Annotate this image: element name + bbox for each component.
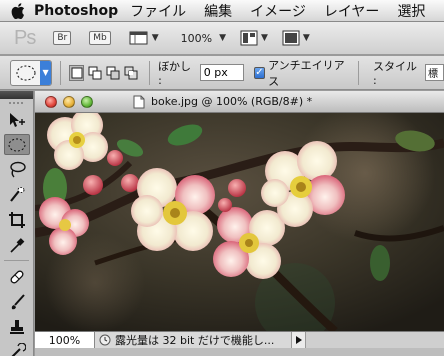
screen-mode-button[interactable]: ▼ bbox=[282, 30, 310, 46]
menu-image[interactable]: イメージ bbox=[250, 1, 306, 21]
arrange-icon bbox=[240, 30, 258, 46]
mini-bridge-button[interactable]: Mb bbox=[89, 31, 111, 45]
zoom-button[interactable] bbox=[81, 95, 93, 108]
new-selection-button[interactable] bbox=[68, 64, 85, 81]
history-brush-tool[interactable] bbox=[0, 339, 34, 356]
style-select[interactable]: 標 bbox=[425, 64, 444, 81]
quick-select-tool[interactable] bbox=[0, 182, 34, 207]
antialias-label: アンチエイリアス bbox=[268, 58, 345, 88]
intersect-selection-button[interactable] bbox=[123, 65, 138, 81]
triangle-right-icon bbox=[295, 336, 302, 344]
window-bottom-edge bbox=[35, 348, 444, 356]
status-bar: 100% 露光量は 32 bit だけで機能し... bbox=[35, 331, 444, 349]
menu-edit[interactable]: 編集 bbox=[204, 1, 232, 21]
chevron-down-icon: ▼ bbox=[261, 33, 268, 43]
healing-brush-icon bbox=[10, 270, 24, 283]
eyedropper-icon bbox=[10, 237, 25, 253]
status-zoom-field[interactable]: 100% bbox=[35, 331, 95, 349]
elliptical-marquee-icon bbox=[16, 65, 36, 80]
document-title-bar[interactable]: boke.jpg @ 100% (RGB/8#) * bbox=[35, 91, 444, 113]
application-bar: Ps Br Mb ▼ 100% ▼ ▼ ▼ bbox=[0, 22, 444, 55]
lasso-tool-icon bbox=[10, 161, 26, 177]
close-button[interactable] bbox=[45, 95, 57, 108]
status-menu-button[interactable] bbox=[291, 331, 305, 349]
brush-tool-icon bbox=[11, 293, 25, 309]
subtract-from-selection-button[interactable] bbox=[105, 65, 120, 81]
document-title: boke.jpg @ 100% (RGB/8#) * bbox=[151, 95, 313, 108]
menu-layer[interactable]: レイヤー bbox=[324, 1, 380, 21]
chevron-down-icon: ▼ bbox=[40, 60, 51, 85]
status-info-icon[interactable] bbox=[95, 334, 115, 346]
menu-select[interactable]: 選択 bbox=[397, 1, 425, 21]
divider bbox=[4, 260, 29, 261]
move-tool[interactable] bbox=[0, 107, 34, 132]
menu-app-name[interactable]: Photoshop bbox=[34, 3, 118, 19]
horizontal-scrollbar[interactable] bbox=[305, 331, 444, 349]
history-brush-icon bbox=[11, 342, 26, 356]
chevron-down-icon[interactable]: ▼ bbox=[219, 33, 226, 43]
view-extras-icon bbox=[129, 31, 148, 45]
window-controls bbox=[45, 95, 99, 108]
divider bbox=[60, 60, 61, 85]
crop-tool-icon bbox=[9, 211, 25, 228]
move-tool-icon bbox=[10, 112, 25, 127]
feather-input[interactable] bbox=[199, 64, 244, 81]
feather-label: ぼかし : bbox=[158, 60, 192, 87]
marquee-tool-icon bbox=[8, 138, 26, 151]
healing-brush-tool[interactable] bbox=[0, 264, 34, 289]
eyedropper-tool[interactable] bbox=[0, 232, 34, 257]
brush-tool[interactable] bbox=[0, 289, 34, 314]
stamp-tool[interactable] bbox=[0, 314, 34, 339]
image-canvas[interactable] bbox=[35, 113, 444, 331]
lasso-tool[interactable] bbox=[0, 157, 34, 182]
menu-file[interactable]: ファイル bbox=[130, 1, 186, 21]
minimize-button[interactable] bbox=[63, 95, 75, 108]
tools-panel-header[interactable] bbox=[0, 91, 33, 99]
document-window: boke.jpg @ 100% (RGB/8#) * 100% 露光量は 32 … bbox=[35, 91, 444, 356]
zoom-level[interactable]: 100% bbox=[181, 32, 212, 45]
photo-quince-blossoms bbox=[35, 113, 444, 331]
marquee-tool[interactable] bbox=[0, 132, 34, 157]
document-file-icon bbox=[133, 95, 145, 109]
intersect-selection-icon bbox=[124, 66, 138, 79]
apple-icon[interactable] bbox=[6, 0, 30, 22]
tool-preset-picker[interactable]: ▼ bbox=[10, 59, 52, 86]
stamp-tool-icon bbox=[10, 319, 24, 334]
subtract-selection-icon bbox=[106, 66, 120, 79]
antialias-toggle[interactable]: ✓ アンチエイリアス bbox=[253, 57, 350, 89]
divider bbox=[358, 60, 359, 85]
bridge-button[interactable]: Br bbox=[53, 31, 72, 45]
crop-tool[interactable] bbox=[0, 207, 34, 232]
quick-select-icon bbox=[10, 186, 25, 202]
arrange-documents-button[interactable]: ▼ bbox=[240, 30, 268, 46]
divider bbox=[149, 60, 151, 85]
options-bar: ▼ ぼかし : ✓ アンチエイリアス スタイル : 標 bbox=[0, 56, 444, 90]
screen-mode-icon bbox=[282, 30, 300, 46]
add-to-selection-button[interactable] bbox=[87, 65, 102, 81]
style-label: スタイル : bbox=[372, 60, 417, 87]
tools-panel bbox=[0, 91, 34, 356]
view-extras-button[interactable]: ▼ bbox=[129, 30, 159, 46]
add-selection-icon bbox=[88, 66, 102, 79]
status-message: 露光量は 32 bit だけで機能し... bbox=[115, 334, 275, 347]
menu-bar: Photoshop ファイル 編集 イメージ レイヤー 選択 bbox=[0, 0, 444, 22]
antialias-checkbox[interactable]: ✓ bbox=[253, 66, 266, 79]
new-selection-icon bbox=[71, 67, 82, 78]
grip-icon[interactable] bbox=[0, 99, 33, 107]
chevron-down-icon: ▼ bbox=[302, 33, 310, 43]
ps-logo: Ps bbox=[14, 26, 36, 49]
chevron-down-icon: ▼ bbox=[151, 33, 159, 43]
